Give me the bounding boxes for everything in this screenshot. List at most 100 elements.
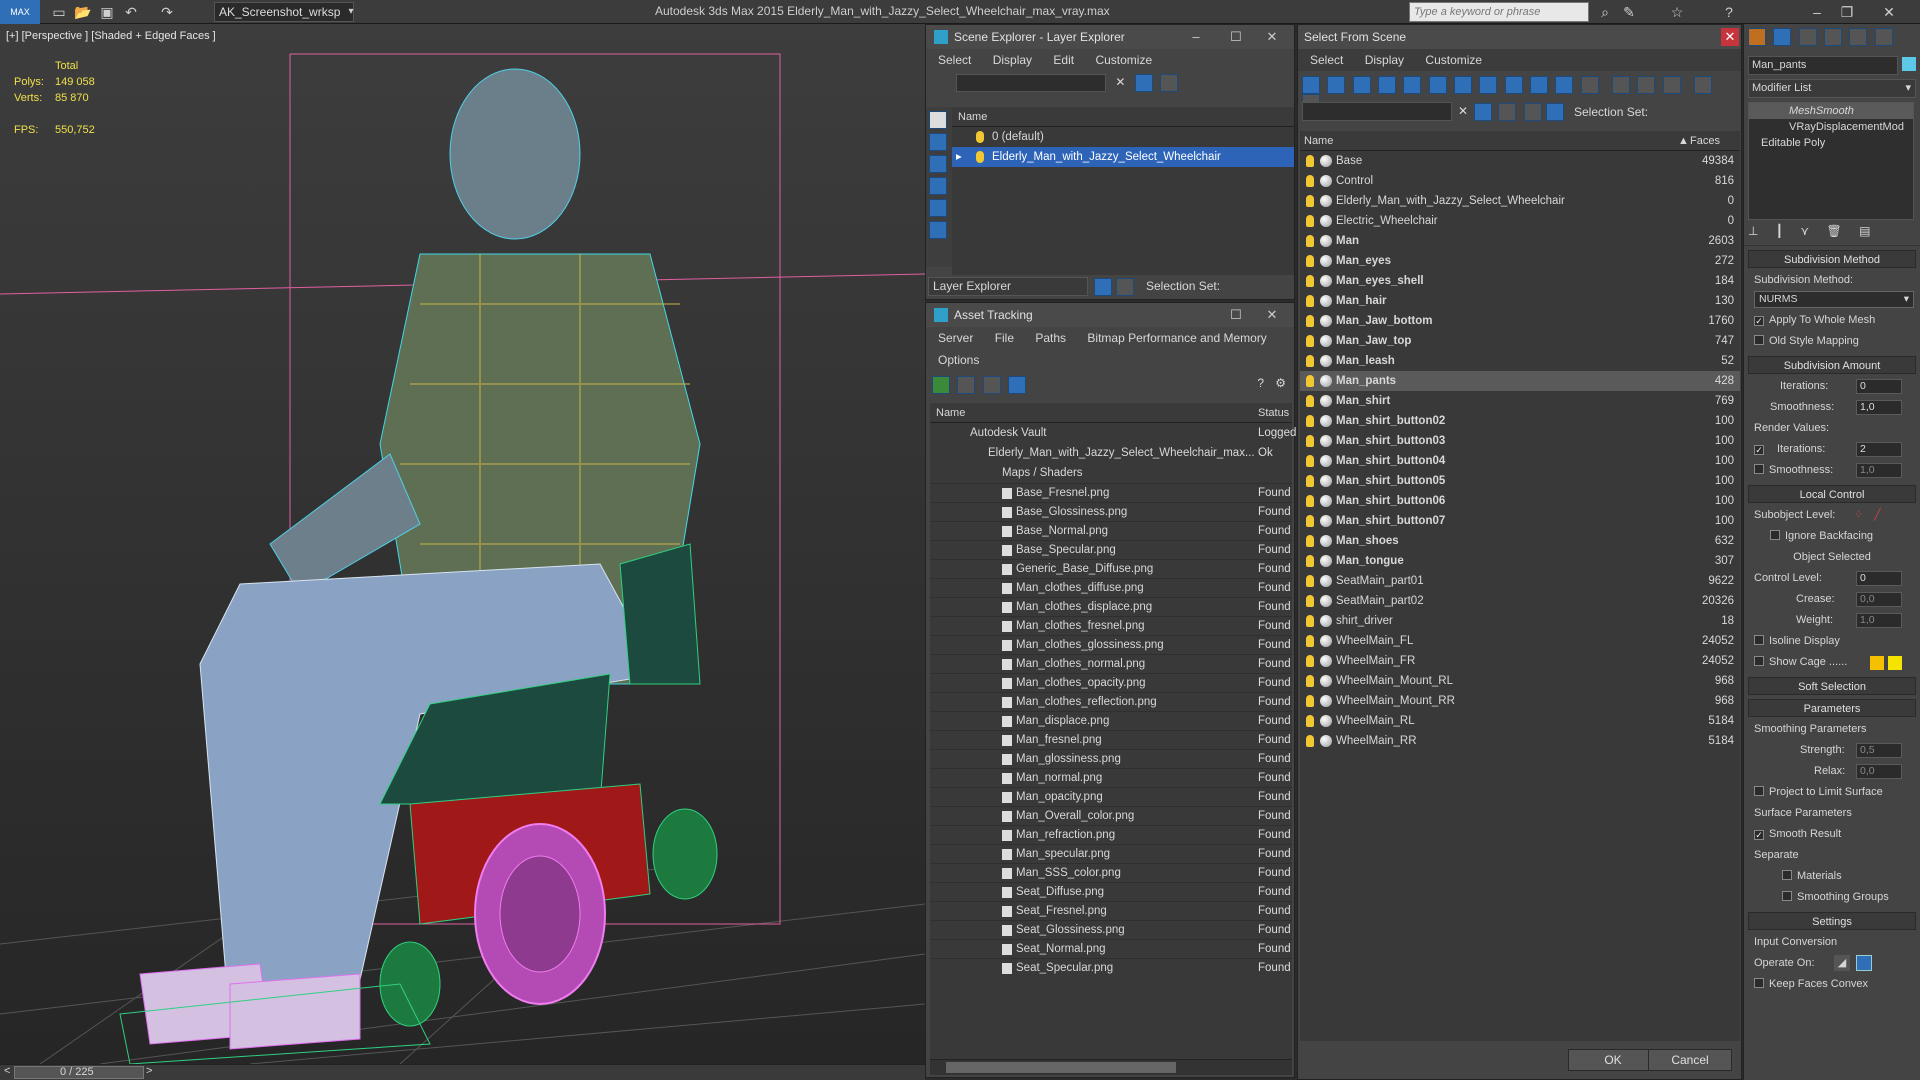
old-style-mapping-checkbox[interactable]: Old Style Mapping (1744, 331, 1920, 352)
help-icon[interactable]: ? (1257, 376, 1264, 390)
object-row[interactable]: Man_eyes 272 (1300, 251, 1740, 271)
filter-hidden-icon[interactable] (1580, 76, 1599, 94)
lightbulb-icon[interactable] (1306, 495, 1314, 507)
render-smoothness-row[interactable]: Smoothness: 1,0 (1744, 460, 1920, 481)
cage-color-1[interactable] (1870, 656, 1884, 670)
file-row[interactable]: Elderly_Man_with_Jazzy_Select_Wheelchair… (930, 443, 1292, 463)
close-icon[interactable]: ✕ (1254, 303, 1290, 327)
lightbulb-icon[interactable] (1306, 355, 1314, 367)
create-tab-icon[interactable] (1748, 28, 1766, 46)
filter-shapes-icon[interactable] (1327, 76, 1346, 94)
lightbulb-icon[interactable] (1306, 615, 1314, 627)
clear-icon[interactable]: ✕ (1115, 75, 1125, 89)
perspective-viewport[interactable]: [+] [Perspective ] [Shaded + Edged Faces… (0, 24, 925, 1064)
display-tab-icon[interactable] (1849, 28, 1868, 46)
crease-spinner[interactable]: 0,0 (1856, 592, 1902, 607)
star-icon[interactable]: ☆ (1668, 3, 1686, 21)
select-invert-icon[interactable] (1662, 76, 1681, 94)
object-row[interactable]: Man 2603 (1300, 231, 1740, 251)
weight-spinner[interactable]: 1,0 (1856, 613, 1902, 628)
lightbulb-icon[interactable] (1306, 175, 1314, 187)
object-row[interactable]: Man_shoes 632 (1300, 531, 1740, 551)
iterations-spinner[interactable]: 0 (1856, 379, 1902, 394)
display-lights-icon[interactable] (929, 177, 947, 195)
operate-triangles-icon[interactable]: ◢ (1834, 955, 1850, 971)
menu-customize[interactable]: Customize (1425, 53, 1482, 67)
lightbulb-icon[interactable] (1306, 575, 1314, 587)
sort-arrow-icon[interactable]: ▲ (1678, 131, 1689, 151)
cancel-button[interactable]: Cancel (1648, 1049, 1732, 1071)
display-shapes-icon[interactable] (929, 155, 947, 173)
asset-map-row[interactable]: Man_fresnel.png Found (930, 730, 1292, 749)
menu-display[interactable]: Display (1365, 53, 1404, 67)
project-limit-checkbox[interactable]: Project to Limit Surface (1744, 782, 1920, 803)
lightbulb-icon[interactable] (1306, 655, 1314, 667)
filter-frozen-icon[interactable] (1555, 76, 1574, 94)
refresh-icon[interactable] (932, 376, 950, 394)
minimize-icon[interactable]: – (1178, 25, 1214, 49)
asset-map-row[interactable]: Seat_Fresnel.png Found (930, 901, 1292, 920)
smoothness-spinner[interactable]: 1,0 (1856, 400, 1902, 415)
vault-row[interactable]: Autodesk Vault Logged (930, 423, 1296, 443)
open-file-icon[interactable]: 📂 (74, 3, 92, 21)
col-faces[interactable]: Faces (1690, 131, 1720, 151)
layer-toggle-icon[interactable] (1094, 278, 1112, 296)
filter-icon[interactable] (1474, 103, 1492, 121)
menu-edit[interactable]: Edit (1053, 53, 1074, 67)
object-row[interactable]: Man_Jaw_bottom 1760 (1300, 311, 1740, 331)
scrollbar-thumb[interactable] (946, 1062, 1176, 1073)
stack-item-meshsmooth[interactable]: MeshSmooth (1749, 103, 1913, 119)
hierarchy-tab-icon[interactable] (1798, 28, 1817, 46)
filter-cameras-icon[interactable] (1378, 76, 1397, 94)
lightbulb-icon[interactable] (1306, 455, 1314, 467)
object-row[interactable]: Man_eyes_shell 184 (1300, 271, 1740, 291)
asset-horizontal-scrollbar[interactable] (930, 1059, 1292, 1075)
edge-level-icon[interactable]: ╱ (1874, 505, 1881, 526)
configure-sets-icon[interactable]: ▤ (1859, 224, 1870, 238)
object-row[interactable]: Man_shirt_button02 100 (1300, 411, 1740, 431)
motion-tab-icon[interactable] (1824, 28, 1843, 46)
hierarchy-icon[interactable] (1546, 103, 1564, 121)
ok-button[interactable]: OK (1568, 1049, 1658, 1071)
object-row[interactable]: Man_leash 52 (1300, 351, 1740, 371)
asset-map-row[interactable]: Base_Glossiness.png Found (930, 502, 1292, 521)
object-color-swatch[interactable] (1902, 57, 1916, 71)
lightbulb-icon[interactable] (1306, 255, 1314, 267)
asset-map-row[interactable]: Man_glossiness.png Found (930, 749, 1292, 768)
minimize-icon[interactable]: – (1808, 3, 1826, 21)
tools-icon[interactable]: ✎ (1620, 3, 1638, 21)
select-search-input[interactable] (1302, 102, 1452, 121)
object-row[interactable]: Electric_Wheelchair 0 (1300, 211, 1740, 231)
settings-icon[interactable]: ⚙ (1275, 376, 1286, 390)
object-row[interactable]: Elderly_Man_with_Jazzy_Select_Wheelchair… (1300, 191, 1740, 211)
layer-row-selected[interactable]: ▸ Elderly_Man_with_Jazzy_Select_Wheelcha… (952, 147, 1294, 167)
expand-icon[interactable]: ▸ (956, 147, 962, 167)
object-row[interactable]: shirt_driver 18 (1300, 611, 1740, 631)
save-icon[interactable]: ▣ (98, 3, 116, 21)
filter-geometry-icon[interactable] (1302, 76, 1320, 94)
help-icon[interactable]: ? (1720, 3, 1738, 21)
menu-bitmap-performance[interactable]: Bitmap Performance and Memory (1087, 331, 1266, 345)
folder-row[interactable]: Maps / Shaders (930, 463, 1292, 483)
lightbulb-icon[interactable] (1306, 595, 1314, 607)
filter-helpers-icon[interactable] (1403, 76, 1422, 94)
asset-map-row[interactable]: Man_clothes_reflection.png Found (930, 692, 1292, 711)
lightbulb-icon[interactable] (1306, 335, 1314, 347)
rollout-local-control[interactable]: Local Control (1748, 485, 1916, 503)
col-name[interactable]: Name (930, 407, 965, 419)
maximize-icon[interactable]: ☐ (1218, 303, 1254, 327)
filter-bones-icon[interactable] (1504, 76, 1523, 94)
asset-map-row[interactable]: Man_specular.png Found (930, 844, 1292, 863)
asset-map-row[interactable]: Base_Specular.png Found (930, 540, 1292, 559)
asset-map-row[interactable]: Seat_Normal.png Found (930, 939, 1292, 958)
timeline-next-button[interactable]: > (146, 1065, 152, 1077)
filter-xrefs-icon[interactable] (1479, 76, 1498, 94)
table-view-icon[interactable] (1008, 376, 1027, 394)
materials-checkbox[interactable]: Materials (1744, 866, 1920, 887)
render-smoothness-spinner[interactable]: 1,0 (1856, 463, 1902, 478)
asset-map-row[interactable]: Man_Overall_color.png Found (930, 806, 1292, 825)
display-cameras-icon[interactable] (929, 199, 947, 217)
asset-map-row[interactable]: Man_clothes_fresnel.png Found (930, 616, 1292, 635)
object-row[interactable]: Man_shirt_button04 100 (1300, 451, 1740, 471)
asset-map-row[interactable]: Man_SSS_color.png Found (930, 863, 1292, 882)
